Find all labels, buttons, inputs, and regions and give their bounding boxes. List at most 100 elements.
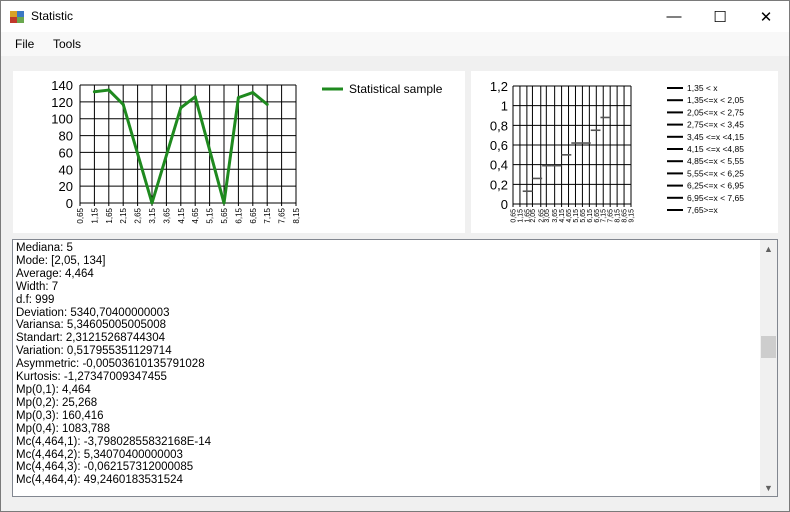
y-tick-label: 0,2 bbox=[490, 177, 508, 192]
x-tick-label: 9,15 bbox=[629, 209, 636, 223]
y-tick-label: 120 bbox=[51, 95, 73, 110]
x-tick-label: 1,65 bbox=[105, 207, 114, 223]
result-line: Mode: [2,05, 134] bbox=[16, 254, 106, 267]
result-line: Mediana: 5 bbox=[16, 242, 73, 254]
result-line: d.f: 999 bbox=[16, 293, 55, 306]
y-tick-label: 20 bbox=[59, 179, 73, 194]
result-line: Standart: 2,31215268744304 bbox=[16, 332, 165, 345]
minimize-button[interactable]: — bbox=[651, 1, 697, 32]
legend-label: 4,85<=x < 5,55 bbox=[687, 156, 744, 166]
result-line: Mp(0,2): 25,268 bbox=[16, 396, 98, 409]
x-tick-label: 7,65 bbox=[278, 207, 287, 223]
y-tick-label: 0 bbox=[501, 197, 508, 212]
maximize-button[interactable]: ☐ bbox=[697, 1, 743, 32]
result-line: Mp(0,1): 4,464 bbox=[16, 383, 91, 396]
x-tick-label: 1,15 bbox=[90, 207, 99, 223]
x-tick-label: 7,65 bbox=[608, 209, 615, 223]
x-tick-label: 6,15 bbox=[234, 207, 243, 223]
result-line: Variansa: 5,34605005005008 bbox=[16, 319, 167, 332]
result-line: Average: 4,464 bbox=[16, 267, 94, 280]
distribution-chart-panel: 0 0,2 0,4 0,6 0,8 1 1,2 0,65 1,15 1,65 2,05 2,65 3,0… bbox=[471, 71, 778, 233]
legend-label: Statistical sample bbox=[349, 82, 443, 96]
legend-label: 2,05<=x < 2,75 bbox=[687, 107, 744, 117]
result-line: Mc(4,464,2): 5,34070400000003 bbox=[16, 448, 183, 461]
legend-label: 3,45 <=x <4,15 bbox=[687, 132, 744, 142]
result-line: Deviation: 5340,70400000003 bbox=[16, 306, 170, 319]
y-tick-label: 0 bbox=[66, 196, 73, 211]
menu-tools[interactable]: Tools bbox=[53, 37, 81, 51]
y-tick-label: 0,4 bbox=[490, 158, 508, 173]
y-tick-label: 1,2 bbox=[490, 79, 508, 94]
data-point bbox=[107, 88, 111, 92]
x-tick-label: 4,65 bbox=[566, 209, 573, 223]
x-tick-label: 5,15 bbox=[206, 207, 215, 223]
result-line: Mp(0,3): 160,416 bbox=[16, 409, 104, 422]
x-tick-label: 2,65 bbox=[134, 207, 143, 223]
data-point bbox=[265, 102, 269, 106]
result-line: Mc(4,464,3): -0,062157312000085 bbox=[16, 461, 194, 474]
x-tick-label: 3,15 bbox=[148, 207, 157, 223]
data-point bbox=[92, 90, 96, 94]
menu-bar: File Tools bbox=[1, 32, 789, 56]
distribution-chart: 00,20,40,60,811,20,65 1,15 1,652,05 2,653,0… bbox=[490, 79, 744, 223]
data-point bbox=[150, 201, 154, 205]
y-tick-label: 100 bbox=[51, 112, 73, 127]
x-tick-label: 3,65 bbox=[552, 209, 559, 223]
vertical-scrollbar[interactable]: ▲ ▼ bbox=[760, 240, 777, 496]
x-tick-label: 1,15 bbox=[517, 209, 524, 223]
data-point bbox=[121, 102, 125, 106]
x-tick-label: 4,15 bbox=[177, 207, 186, 223]
result-line: Kurtosis: -1,27347009347455 bbox=[16, 371, 167, 384]
y-tick-label: 0,8 bbox=[490, 118, 508, 133]
data-point bbox=[179, 106, 183, 110]
window-title: Statistic bbox=[31, 9, 74, 23]
result-line: Asymmetric: -0,00503610135791028 bbox=[16, 358, 205, 371]
result-line: Mc(4,464,1): -3,79802855832168E-14 bbox=[16, 435, 212, 448]
y-tick-label: 1 bbox=[501, 99, 508, 114]
y-tick-label: 80 bbox=[59, 129, 73, 144]
scroll-down-icon[interactable]: ▼ bbox=[760, 479, 777, 496]
result-line: Mp(0,4): 1083,788 bbox=[16, 422, 110, 435]
x-tick-label: 2,15 bbox=[119, 207, 128, 223]
result-line: Mc(4,464,4): 49,2460183531524 bbox=[16, 474, 183, 487]
x-tick-label: 8,15 bbox=[292, 207, 301, 223]
legend-label: 2,75<=x < 3,45 bbox=[687, 120, 744, 130]
x-tick-label: 2,05 bbox=[530, 209, 537, 223]
x-tick-label: 0,65 bbox=[76, 207, 85, 223]
menu-file[interactable]: File bbox=[15, 37, 34, 51]
legend-label: 1,35<=x < 2,05 bbox=[687, 95, 744, 105]
legend-label: 6,95<=x < 7,65 bbox=[687, 193, 744, 203]
data-point bbox=[251, 91, 255, 95]
result-line: Width: 7 bbox=[16, 280, 59, 293]
close-button[interactable]: ✕ bbox=[743, 1, 789, 32]
results-textbox[interactable]: Mediana: 5 Mode: [2,05, 134] Average: 4,46… bbox=[12, 239, 778, 497]
y-tick-label: 40 bbox=[59, 162, 73, 177]
x-tick-label: 7,15 bbox=[263, 207, 272, 223]
app-window: Statistic — ☐ ✕ File Tools 0 20 40 60 80 100 1… bbox=[0, 0, 790, 512]
x-tick-label: 3,05 bbox=[544, 209, 551, 223]
y-tick-label: 140 bbox=[51, 78, 73, 93]
x-tick-label: 8,15 bbox=[615, 209, 622, 223]
x-tick-label: 5,65 bbox=[580, 209, 587, 223]
x-tick-label: 6,65 bbox=[594, 209, 601, 223]
title-bar[interactable]: Statistic — ☐ ✕ bbox=[1, 1, 789, 32]
y-tick-label: 0,6 bbox=[490, 138, 508, 153]
x-tick-label: 4,65 bbox=[191, 207, 200, 223]
x-tick-label: 6,65 bbox=[249, 207, 258, 223]
results-text: Mediana: 5 Mode: [2,05, 134] Average: 4,46… bbox=[16, 242, 756, 487]
legend-label: 4,15 <=x <4,85 bbox=[687, 144, 744, 154]
data-point bbox=[222, 201, 226, 205]
app-icon bbox=[10, 11, 24, 23]
x-tick-label: 4,15 bbox=[559, 209, 566, 223]
x-tick-label: 8,65 bbox=[622, 209, 629, 223]
x-tick-label: 5,65 bbox=[220, 207, 229, 223]
legend-label: 1,35 < x bbox=[687, 83, 718, 93]
scroll-thumb[interactable] bbox=[761, 336, 776, 358]
x-tick-label: 5,15 bbox=[573, 209, 580, 223]
y-tick-label: 60 bbox=[59, 145, 73, 160]
line-chart: 0 20 40 6080 100 120 140 0,65 1,15 1,65 2,15 2,65 3,… bbox=[51, 78, 443, 224]
data-point bbox=[236, 96, 240, 100]
x-tick-label: 7,15 bbox=[601, 209, 608, 223]
legend-label: 5,55<=x < 6,25 bbox=[687, 168, 744, 178]
scroll-up-icon[interactable]: ▲ bbox=[760, 240, 777, 257]
